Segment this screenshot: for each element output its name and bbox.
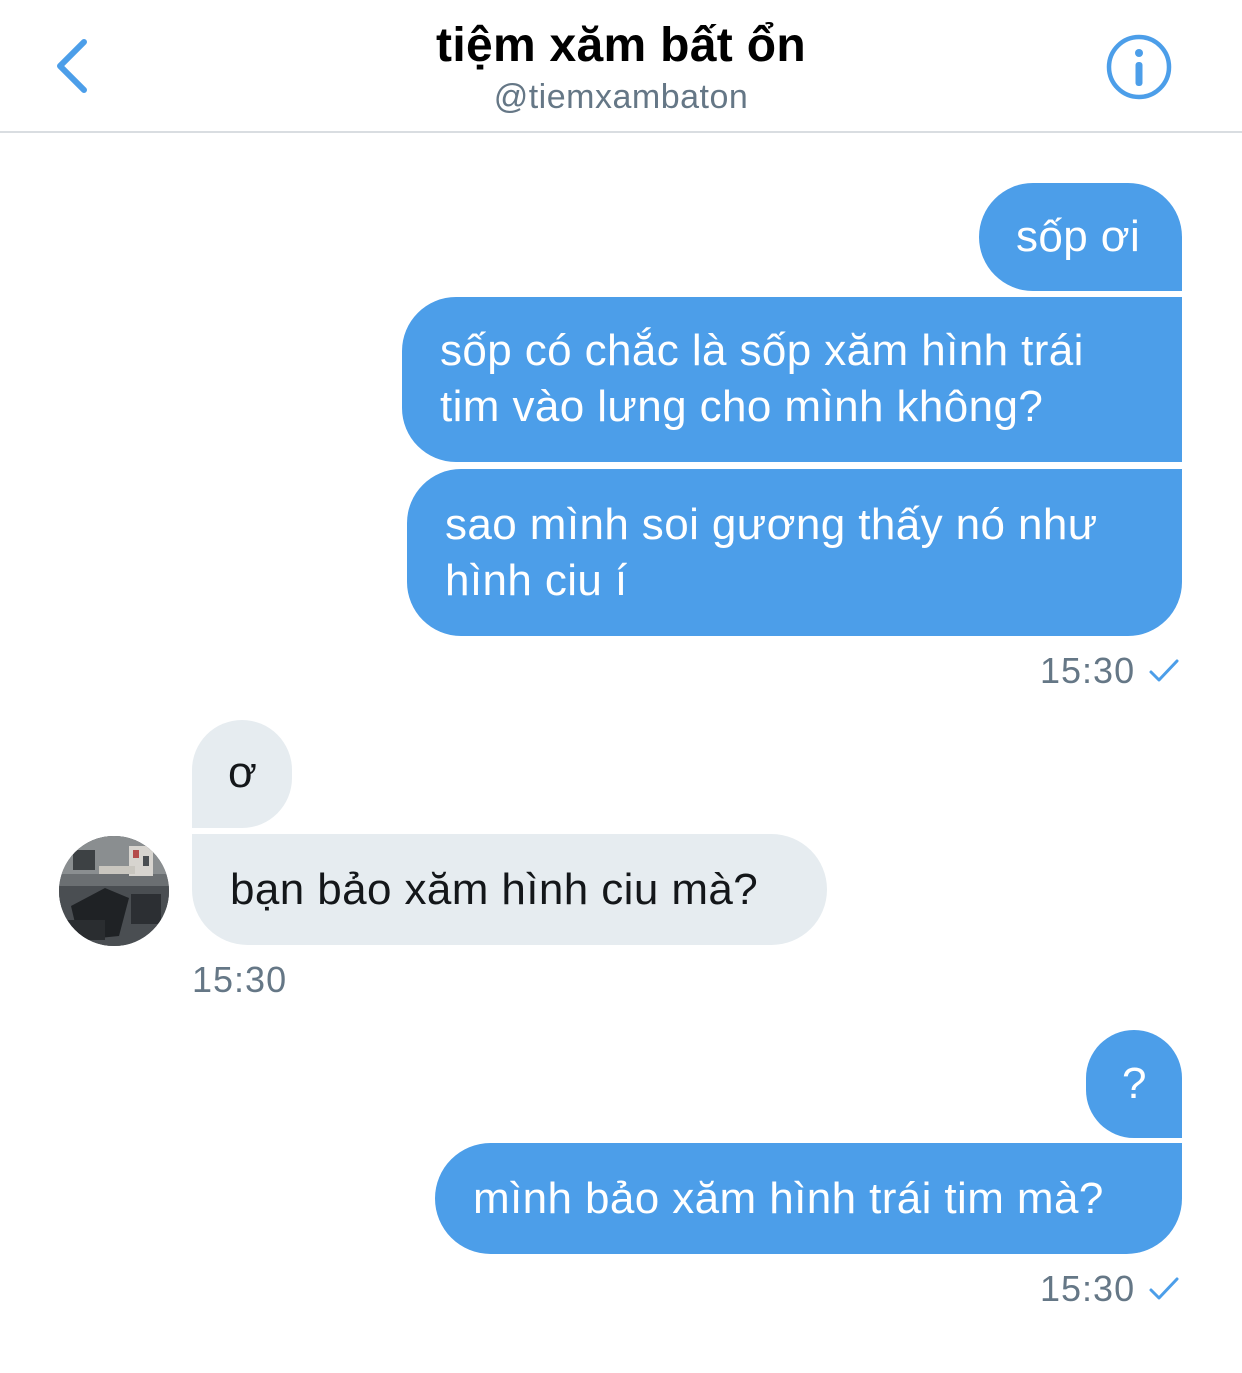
avatar[interactable] <box>59 836 169 946</box>
info-circle-icon <box>1106 34 1172 100</box>
incoming-message[interactable]: ơ <box>192 720 292 828</box>
conversation-title[interactable]: tiệm xăm bất ổn <box>0 18 1242 73</box>
avatar-photo <box>59 836 169 946</box>
check-icon <box>1149 1277 1179 1300</box>
conversation-header: tiệm xăm bất ổn @tiemxambaton <box>0 0 1242 133</box>
check-icon <box>1149 659 1179 682</box>
outgoing-message[interactable]: sao mình soi gương thấy nó như hình ciu … <box>407 469 1182 636</box>
info-button[interactable] <box>1104 32 1174 102</box>
outgoing-message[interactable]: mình bảo xăm hình trái tim mà? <box>435 1143 1182 1254</box>
message-timestamp: 15:30 <box>1040 650 1136 691</box>
conversation-handle: @tiemxambaton <box>493 78 749 116</box>
outgoing-message[interactable]: ? <box>1086 1030 1182 1138</box>
message-timestamp: 15:30 <box>192 959 288 1000</box>
outgoing-message[interactable]: sốp ơi <box>979 183 1182 291</box>
incoming-message[interactable]: bạn bảo xăm hình ciu mà? <box>192 834 827 945</box>
message-timestamp: 15:30 <box>1040 1268 1136 1309</box>
outgoing-message[interactable]: sốp có chắc là sốp xăm hình trái tim vào… <box>402 297 1182 462</box>
